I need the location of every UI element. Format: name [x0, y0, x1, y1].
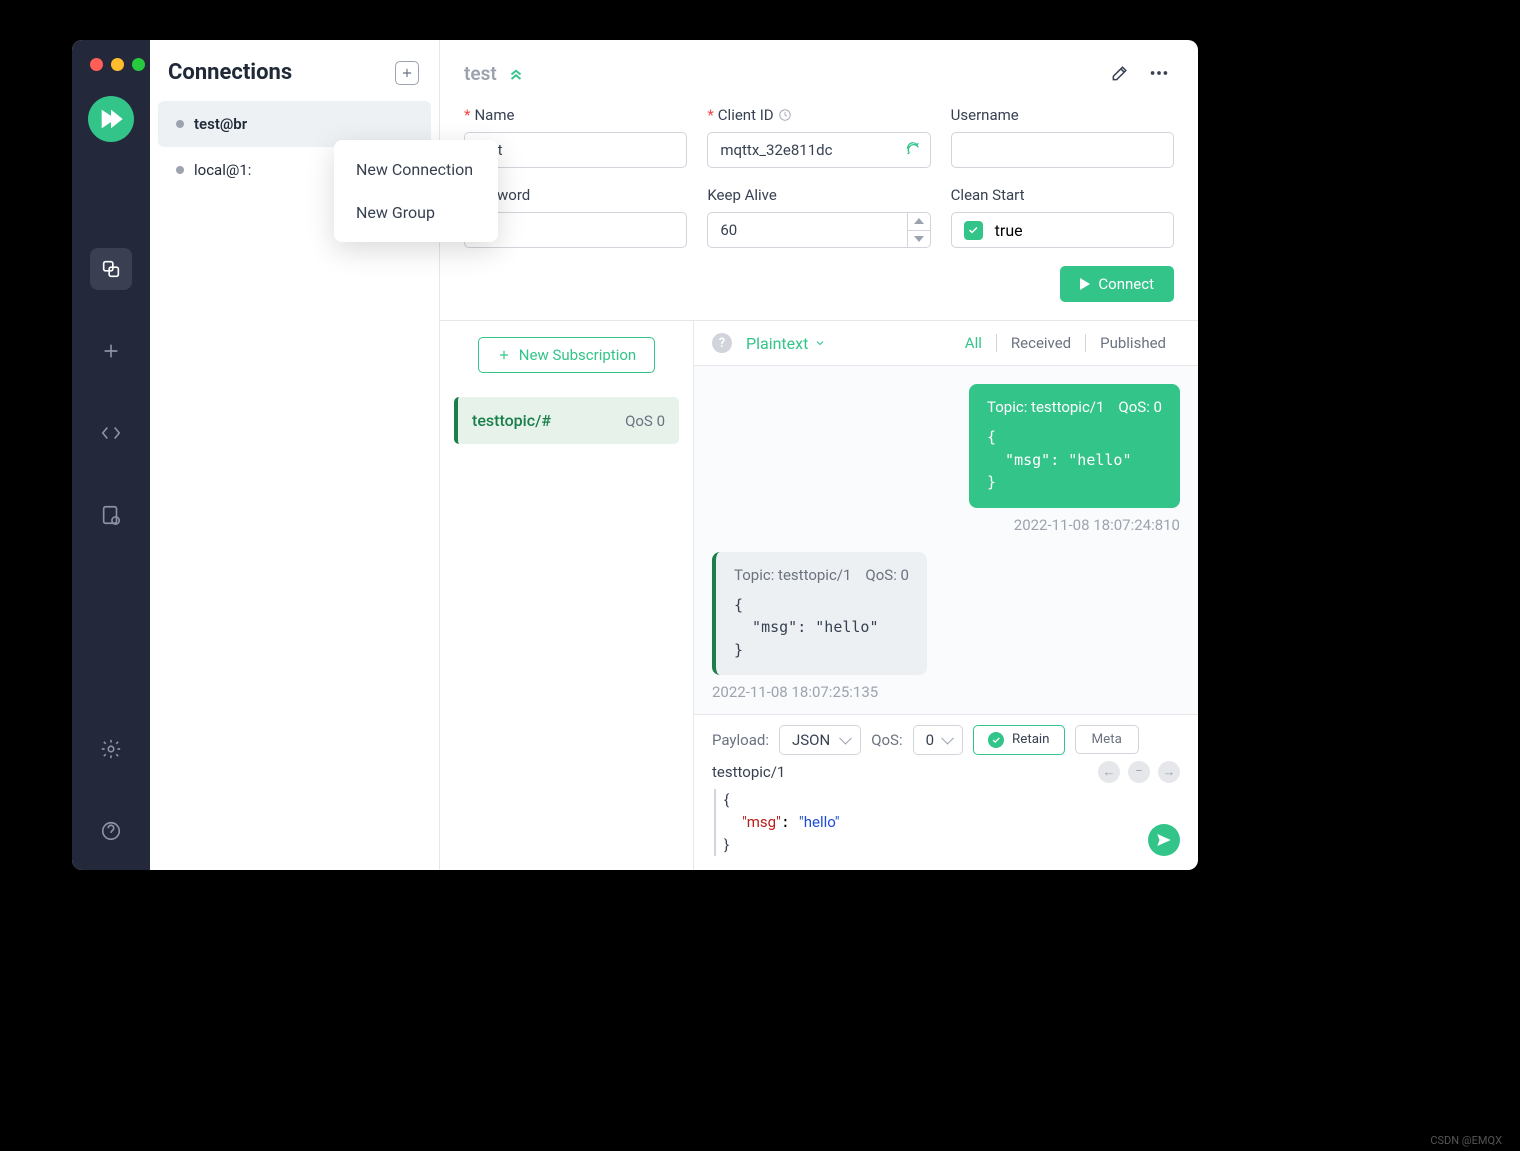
checkbox-icon[interactable] — [964, 221, 983, 240]
help-badge-icon[interactable]: ? — [712, 333, 732, 353]
msg-qos: QoS: 0 — [1118, 398, 1162, 416]
composer: Payload: JSON QoS: 0 Retain Meta — [694, 714, 1198, 871]
messages-area: ? Plaintext All Received Published — [694, 321, 1198, 870]
nav-settings-icon[interactable] — [90, 728, 132, 770]
payload-label: Payload: — [712, 731, 769, 749]
keep-alive-label: Keep Alive — [707, 186, 930, 204]
msg-topic: Topic: testtopic/1 — [734, 566, 851, 584]
minimize-window-button[interactable] — [111, 58, 124, 71]
qos-select[interactable]: 0 — [913, 725, 963, 755]
connections-panel: Connections test@br local@1: New Connect… — [150, 40, 440, 870]
keep-alive-input[interactable] — [707, 212, 930, 248]
maximize-window-button[interactable] — [132, 58, 145, 71]
filter-received[interactable]: Received — [997, 334, 1086, 352]
msg-body: { "msg": "hello" } — [987, 426, 1162, 494]
msg-topic: Topic: testtopic/1 — [987, 398, 1104, 416]
history-nav: ← − → — [1098, 761, 1180, 783]
clean-start-field[interactable]: true — [951, 212, 1174, 248]
subscriptions-panel: New Subscription testtopic/# QoS 0 — [440, 321, 694, 870]
client-id-input[interactable] — [707, 132, 930, 168]
msg-timestamp: 2022-11-08 18:07:24:810 — [712, 516, 1180, 534]
payload-editor[interactable]: { "msg": "hello" } — [714, 789, 1180, 857]
number-spinner — [907, 212, 931, 248]
connection-label: local@1: — [194, 161, 251, 179]
history-mid-icon[interactable]: − — [1128, 761, 1150, 783]
topbar: test — [440, 40, 1198, 106]
filter-all[interactable]: All — [951, 334, 997, 352]
app-window: Connections test@br local@1: New Connect… — [72, 40, 1198, 870]
clock-icon — [778, 108, 792, 122]
watermark: CSDN @EMQX — [1430, 1134, 1502, 1147]
message-bubble-out: Topic: testtopic/1 QoS: 0 { "msg": "hell… — [969, 384, 1180, 508]
name-label: *Name — [464, 106, 687, 124]
nav-add-icon[interactable] — [90, 330, 132, 372]
subscription-topic: testtopic/# — [472, 411, 551, 430]
connection-title: test — [464, 62, 497, 85]
subscription-qos: QoS 0 — [625, 412, 665, 430]
connections-title: Connections — [168, 60, 292, 85]
spinner-up-icon[interactable] — [908, 212, 931, 231]
history-next-icon[interactable]: → — [1158, 761, 1180, 783]
filter-published[interactable]: Published — [1086, 334, 1180, 352]
retain-toggle[interactable]: Retain — [973, 725, 1065, 755]
nav-script-icon[interactable] — [90, 412, 132, 454]
filter-tabs: All Received Published — [951, 334, 1180, 352]
clean-start-value: true — [995, 221, 1023, 240]
dropdown-new-connection[interactable]: New Connection — [334, 148, 498, 191]
connect-button[interactable]: Connect — [1060, 266, 1174, 302]
window-traffic-lights — [90, 58, 145, 71]
msg-timestamp: 2022-11-08 18:07:25:135 — [712, 683, 1180, 701]
payload-format-select[interactable]: JSON — [779, 725, 861, 755]
messages-header: ? Plaintext All Received Published — [694, 321, 1198, 366]
status-dot-icon — [176, 120, 184, 128]
message-row: Topic: testtopic/1 QoS: 0 { "msg": "hell… — [712, 384, 1180, 508]
workspace: New Subscription testtopic/# QoS 0 ? Pla… — [440, 320, 1198, 870]
clean-start-label: Clean Start — [951, 186, 1174, 204]
nav-connections-icon[interactable] — [90, 248, 132, 290]
msg-body: { "msg": "hello" } — [734, 594, 909, 662]
edit-icon[interactable] — [1106, 59, 1134, 87]
spinner-down-icon[interactable] — [908, 231, 931, 249]
connection-form: *Name *Client ID Username Passwo — [440, 106, 1198, 320]
new-subscription-button[interactable]: New Subscription — [478, 337, 655, 373]
app-logo — [88, 96, 134, 142]
more-icon[interactable] — [1144, 58, 1174, 88]
subscription-item[interactable]: testtopic/# QoS 0 — [454, 397, 679, 444]
dropdown-new-group[interactable]: New Group — [334, 191, 498, 234]
collapse-icon[interactable] — [507, 64, 525, 82]
nav-rail — [72, 40, 150, 870]
username-label: Username — [951, 106, 1174, 124]
add-dropdown: New Connection New Group — [334, 140, 498, 242]
check-circle-icon — [988, 732, 1004, 748]
main-panel: test *Name *Client ID — [440, 40, 1198, 870]
add-connection-button[interactable] — [395, 61, 419, 85]
nav-help-icon[interactable] — [90, 810, 132, 852]
close-window-button[interactable] — [90, 58, 103, 71]
connection-label: test@br — [194, 115, 247, 133]
status-dot-icon — [176, 166, 184, 174]
refresh-icon[interactable] — [905, 140, 921, 160]
message-row: Topic: testtopic/1 QoS: 0 { "msg": "hell… — [712, 552, 1180, 676]
meta-button[interactable]: Meta — [1075, 725, 1139, 754]
history-prev-icon[interactable]: ← — [1098, 761, 1120, 783]
send-button[interactable] — [1148, 824, 1180, 856]
composer-topic[interactable]: testtopic/1 — [712, 763, 785, 781]
client-id-label: *Client ID — [707, 106, 930, 124]
message-bubble-in: Topic: testtopic/1 QoS: 0 { "msg": "hell… — [712, 552, 927, 676]
chevron-down-icon — [814, 337, 826, 349]
qos-label: QoS: — [871, 731, 902, 749]
username-input[interactable] — [951, 132, 1174, 168]
msg-qos: QoS: 0 — [865, 566, 909, 584]
play-icon — [1080, 278, 1090, 290]
format-select[interactable]: Plaintext — [746, 334, 826, 353]
send-icon — [1155, 831, 1173, 849]
message-list[interactable]: Topic: testtopic/1 QoS: 0 { "msg": "hell… — [694, 366, 1198, 714]
plus-icon — [497, 348, 511, 362]
nav-log-icon[interactable] — [90, 494, 132, 536]
